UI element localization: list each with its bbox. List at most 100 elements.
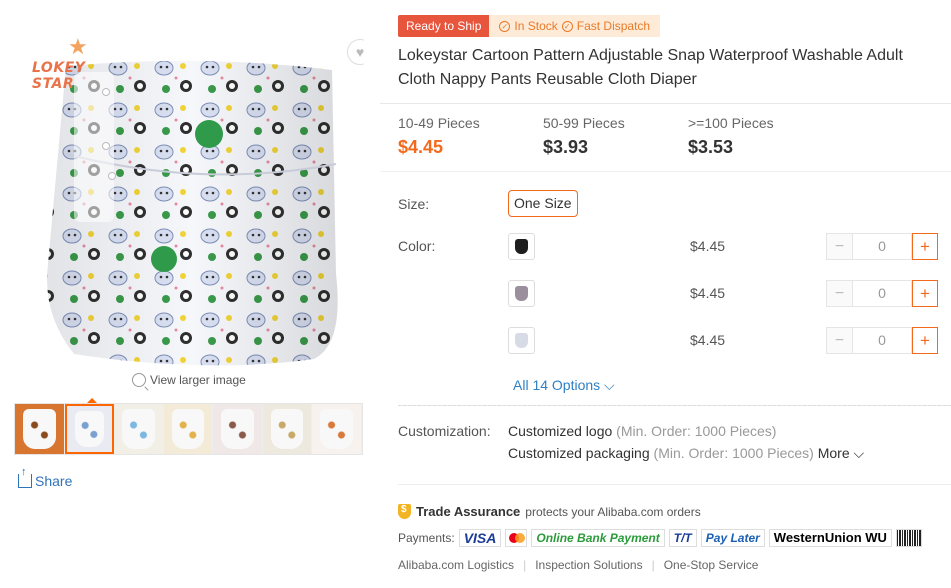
customization-logo-line: Customized logo (Min. Order: 1000 Pieces… (508, 423, 776, 439)
check-circle-icon: ✓ (499, 20, 511, 32)
color-option-row: $4.45 − 0 + (508, 327, 951, 357)
shield-icon (398, 504, 411, 519)
thumbnail-5[interactable] (213, 404, 263, 454)
online-bank-payment-logo: Online Bank Payment (531, 529, 665, 547)
boleto-logo (895, 529, 922, 547)
separator: | (651, 558, 655, 572)
tier-price: $4.45 (398, 137, 444, 157)
decrement-button[interactable]: − (826, 233, 852, 260)
visa-logo: VISA (458, 529, 502, 547)
quantity-stepper: − 0 + (826, 233, 938, 260)
star-icon: ★ (68, 34, 88, 59)
quantity-input[interactable]: 0 (852, 233, 912, 260)
customization-label: Customization: (398, 423, 491, 439)
western-union-logo: WesternUnion WU (768, 529, 892, 547)
swatch-fill (515, 333, 528, 348)
tier-quantity: 50-99 Pieces (543, 115, 625, 131)
fast-dispatch-label: Fast Dispatch (576, 19, 651, 33)
thumbnail-3[interactable] (114, 404, 164, 454)
color-swatch[interactable] (508, 327, 535, 354)
trade-assurance-name: Trade Assurance (416, 504, 521, 519)
divider (398, 484, 951, 485)
color-swatch[interactable] (508, 233, 535, 260)
thumbnail-image (122, 409, 155, 449)
swatch-fill (515, 239, 528, 254)
color-option-row: $4.45 − 0 + (508, 280, 951, 310)
quantity-stepper: − 0 + (826, 280, 938, 307)
service-logistics[interactable]: Alibaba.com Logistics (398, 558, 514, 572)
divider (380, 103, 951, 104)
trade-assurance-text: protects your Alibaba.com orders (525, 504, 701, 519)
thumbnail-7[interactable] (312, 404, 362, 454)
color-label: Color: (398, 238, 436, 254)
option-price: $4.45 (690, 238, 726, 254)
size-option-button[interactable]: One Size (508, 190, 578, 217)
divider (398, 405, 951, 406)
tier-quantity: 10-49 Pieces (398, 115, 480, 131)
share-button[interactable]: Share (18, 466, 73, 489)
price-tier: >=100 Pieces $3.53 (688, 114, 833, 158)
tier-price: $3.93 (543, 137, 589, 157)
custom-packaging-name: Customized packaging (508, 445, 650, 461)
thumbnail-strip (14, 403, 363, 455)
increment-button[interactable]: + (912, 233, 938, 260)
logo-text: LOKEY STAR (32, 60, 86, 92)
tt-logo: T/T (668, 529, 697, 547)
customization-packaging-line: Customized packaging (Min. Order: 1000 P… (508, 445, 864, 462)
product-gallery: ★ LOKEY STAR ♥ View larger image Share (0, 0, 380, 588)
service-one-stop[interactable]: One-Stop Service (664, 558, 759, 572)
heart-icon: ♥ (355, 44, 364, 60)
option-price: $4.45 (690, 332, 726, 348)
quantity-input[interactable]: 0 (852, 327, 912, 354)
all-options-link[interactable]: All 14 Options ⌵ (513, 377, 615, 394)
thumbnail-6[interactable] (262, 404, 313, 454)
decrement-button[interactable]: − (826, 327, 852, 354)
in-stock-label: In Stock (514, 19, 558, 33)
thumbnail-image (320, 409, 353, 449)
trade-assurance[interactable]: Trade Assurance protects your Alibaba.co… (398, 504, 701, 519)
swatch-fill (515, 286, 528, 301)
quantity-stepper: − 0 + (826, 327, 938, 354)
color-option-row: $4.45 − 0 + (508, 233, 951, 263)
zoom-icon (132, 373, 146, 387)
custom-packaging-min-order: (Min. Order: 1000 Pieces) (653, 445, 814, 461)
increment-button[interactable]: + (912, 327, 938, 354)
thumbnail-image (221, 409, 254, 449)
custom-logo-name: Customized logo (508, 423, 613, 439)
price-tier: 10-49 Pieces $4.45 (398, 114, 543, 158)
status-badges: Ready to Ship ✓ In Stock ✓ Fast Dispatch (398, 15, 661, 37)
size-label: Size: (398, 196, 430, 212)
thumbnail-2[interactable] (64, 404, 115, 454)
payments-label: Payments: (398, 531, 455, 545)
tier-price: $3.53 (688, 137, 734, 157)
thumbnail-1[interactable] (15, 404, 65, 454)
thumbnail-image (171, 409, 205, 449)
view-larger-link[interactable]: View larger image (132, 373, 246, 387)
thumbnail-4[interactable] (163, 404, 214, 454)
view-larger-label: View larger image (150, 373, 246, 387)
share-icon (18, 466, 32, 488)
share-label: Share (35, 473, 73, 489)
thumbnail-image (23, 409, 56, 449)
price-tiers: 10-49 Pieces $4.45 50-99 Pieces $3.93 >=… (398, 114, 833, 158)
custom-logo-min-order: (Min. Order: 1000 Pieces) (616, 423, 777, 439)
service-links: Alibaba.com Logistics | Inspection Solut… (398, 558, 758, 572)
price-tier: 50-99 Pieces $3.93 (543, 114, 688, 158)
pay-later-logo: Pay Later (700, 529, 765, 547)
main-product-image[interactable]: ★ LOKEY STAR ♥ (14, 14, 364, 369)
thumbnail-image (74, 411, 105, 447)
decrement-button[interactable]: − (826, 280, 852, 307)
divider (380, 171, 951, 172)
service-inspection[interactable]: Inspection Solutions (535, 558, 642, 572)
brand-logo: ★ LOKEY STAR (32, 34, 122, 93)
product-title: Lokeystar Cartoon Pattern Adjustable Sna… (398, 47, 903, 88)
separator: | (523, 558, 527, 572)
increment-button[interactable]: + (912, 280, 938, 307)
quantity-input[interactable]: 0 (852, 280, 912, 307)
stock-badge: ✓ In Stock ✓ Fast Dispatch (489, 15, 661, 37)
more-link[interactable]: More ⌵ (818, 445, 864, 461)
option-price: $4.45 (690, 285, 726, 301)
payment-methods: Payments: VISA Online Bank Payment T/T P… (398, 529, 922, 547)
ready-to-ship-badge: Ready to Ship (398, 15, 490, 37)
color-swatch[interactable] (508, 280, 535, 307)
